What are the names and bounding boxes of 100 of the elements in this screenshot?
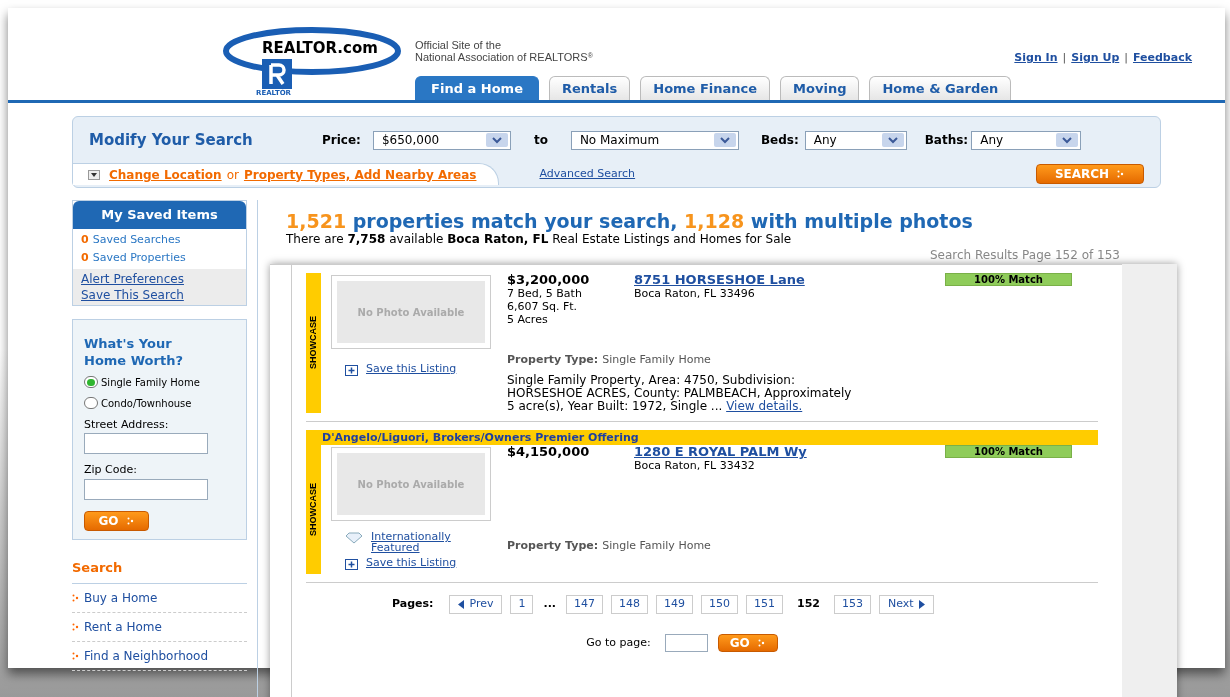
baths-select[interactable]: Any — [971, 130, 1082, 150]
goto-page-field[interactable] — [664, 634, 708, 652]
link-separator: | — [1062, 50, 1067, 66]
listing-city: Boca Raton, FL 33432 — [634, 459, 756, 472]
right-triangle-icon — [918, 600, 925, 609]
listing-detail: 7 Bed, 5 Bath — [507, 287, 583, 300]
property-type: Single Family Home — [602, 539, 711, 552]
listing-banner: D'Angelo/Liguori, Brokers/Owners Premier Offering — [306, 430, 1098, 445]
street-address-field[interactable] — [84, 433, 208, 454]
arrow-dots-icon — [757, 639, 766, 647]
prev-button[interactable]: Prev — [449, 595, 503, 614]
header-link[interactable]: Sign Up — [1071, 50, 1120, 67]
search-nav-link[interactable]: Rent a Home — [72, 613, 247, 642]
header-link[interactable]: Sign In — [1014, 50, 1058, 67]
price-max-select[interactable]: No Maximum — [570, 130, 739, 150]
results-headline: 1,521 properties match your search, 1,128 with multiple photos — [286, 210, 974, 232]
goto-label: Go to page: — [586, 634, 651, 651]
left-triangle-icon — [458, 600, 465, 609]
saved-link[interactable]: Alert Preferences — [81, 270, 246, 287]
showcase-badge: SHOWCASE — [306, 273, 321, 413]
diamond-icon — [345, 532, 363, 544]
nav-tab[interactable]: Rentals — [549, 76, 631, 100]
no-photo-text: No Photo Available — [357, 477, 465, 492]
page-button[interactable]: 149 — [656, 595, 694, 614]
beds-select[interactable]: Any — [804, 130, 907, 150]
pages-label: Pages: — [392, 596, 434, 613]
listing-city: Boca Raton, FL 33496 — [634, 287, 756, 300]
page-info: Search Results Page 152 of 153 — [928, 247, 1121, 264]
property-type-label: Property Type: — [507, 539, 599, 552]
zip-label: Zip Code: — [84, 462, 138, 478]
radio-label: Single Family Home — [101, 375, 200, 390]
listing-detail: 5 Acres — [507, 313, 549, 326]
arrow-dots-icon — [72, 623, 80, 631]
arrow-dots-icon — [1117, 170, 1126, 178]
tagline: Official Site of the National Association of REALTORS$^{®}$ — [415, 39, 593, 63]
search-nav-title: Search — [72, 557, 247, 584]
dropdown-toggle-icon[interactable] — [88, 169, 100, 180]
page-button[interactable]: 147 — [566, 595, 604, 614]
logo-r-icon — [262, 59, 292, 89]
logo-ellipse-icon — [222, 26, 402, 76]
nav-tab[interactable]: Home & Garden — [869, 76, 1012, 100]
property-type: Single Family Home — [602, 353, 711, 366]
home-worth-title: What's Your Home Worth? — [84, 334, 184, 369]
view-details-link[interactable]: View details. — [726, 399, 803, 413]
beds-label: Beds: — [760, 132, 799, 149]
or-text: or — [226, 166, 239, 184]
search-nav-link[interactable]: Buy a Home — [72, 584, 247, 613]
saved-count: 0 — [81, 231, 89, 248]
saved-count: 0 — [81, 249, 89, 266]
radio-label: Condo/Townhouse — [101, 396, 192, 411]
search-nav-link[interactable]: Find a Neighborhood — [72, 642, 247, 671]
panel-title: Modify Your Search — [89, 129, 254, 151]
price-min-select[interactable]: $650,000 — [372, 130, 511, 150]
property-type-label: Property Type: — [507, 353, 599, 366]
saved-count-link[interactable]: 0 Saved Searches — [73, 230, 246, 249]
listing-description: Single Family Property, Area: 4750, Subdivision: HORSESHOE ACRES, County: PALMBEACH, Approximately 5 acre(s), Year Built: 1972, Single ... View details. — [507, 374, 852, 413]
header-link[interactable]: Feedback — [1133, 50, 1192, 67]
next-button[interactable]: Next — [879, 595, 934, 614]
saved-items-title: My Saved Items — [73, 201, 246, 229]
nav-tab[interactable]: Moving — [780, 76, 860, 100]
no-photo-text: No Photo Available — [357, 305, 465, 320]
arrow-dots-icon — [72, 594, 80, 602]
nav-tab[interactable]: Find a Home — [415, 76, 539, 100]
price-label: Price: — [322, 132, 361, 149]
advanced-search-link[interactable]: Advanced Search — [539, 165, 636, 183]
page-button[interactable]: 153 — [834, 595, 871, 614]
listing-address-link[interactable]: 8751 HORSESHOE Lane — [634, 273, 945, 287]
chevron-down-icon — [1056, 133, 1079, 147]
arrow-dots-icon — [72, 652, 80, 660]
listing-price: $4,150,000 — [507, 445, 591, 459]
saved-count-link[interactable]: 0 Saved Properties — [73, 248, 246, 267]
showcase-badge: SHOWCASE — [306, 445, 321, 574]
ellipsis: ... — [542, 596, 558, 613]
page-button[interactable]: 151 — [746, 595, 784, 614]
baths-label: Baths: — [924, 132, 969, 149]
radio-button[interactable] — [84, 397, 98, 409]
plus-box-icon — [345, 559, 358, 570]
listing-address-link[interactable]: 1280 E ROYAL PALM Wy — [634, 445, 945, 459]
street-label: Street Address: — [84, 416, 170, 433]
current-page: 152 — [796, 596, 821, 613]
arrow-dots-icon — [126, 516, 135, 525]
page-button[interactable]: 1 — [510, 595, 534, 614]
results-summary: There are 7,758 available Boca Raton, FL Real Estate Listings and Homes for Sale — [286, 232, 793, 246]
page-button[interactable]: 148 — [611, 595, 649, 614]
radio-button[interactable] — [84, 376, 98, 388]
link-separator: | — [1124, 50, 1128, 66]
save-listing-link[interactable]: Save this Listing — [366, 363, 476, 374]
logo-text: REALTOR.com — [260, 41, 380, 56]
page-button[interactable]: 150 — [701, 595, 739, 614]
zip-code-field[interactable] — [84, 478, 208, 500]
nav-tab[interactable]: Home Finance — [640, 76, 771, 100]
chevron-down-icon — [713, 133, 736, 147]
plus-box-icon — [345, 365, 358, 376]
featured-link[interactable]: Internationally Featured — [371, 531, 481, 553]
saved-link[interactable]: Save This Search — [81, 286, 246, 303]
chevron-down-icon — [881, 133, 904, 147]
listing-detail: 6,607 Sq. Ft. — [507, 300, 579, 313]
save-listing-link[interactable]: Save this Listing — [366, 557, 476, 568]
listing-price: $3,200,000 — [507, 273, 591, 287]
match-badge: 100% Match — [945, 445, 1072, 458]
